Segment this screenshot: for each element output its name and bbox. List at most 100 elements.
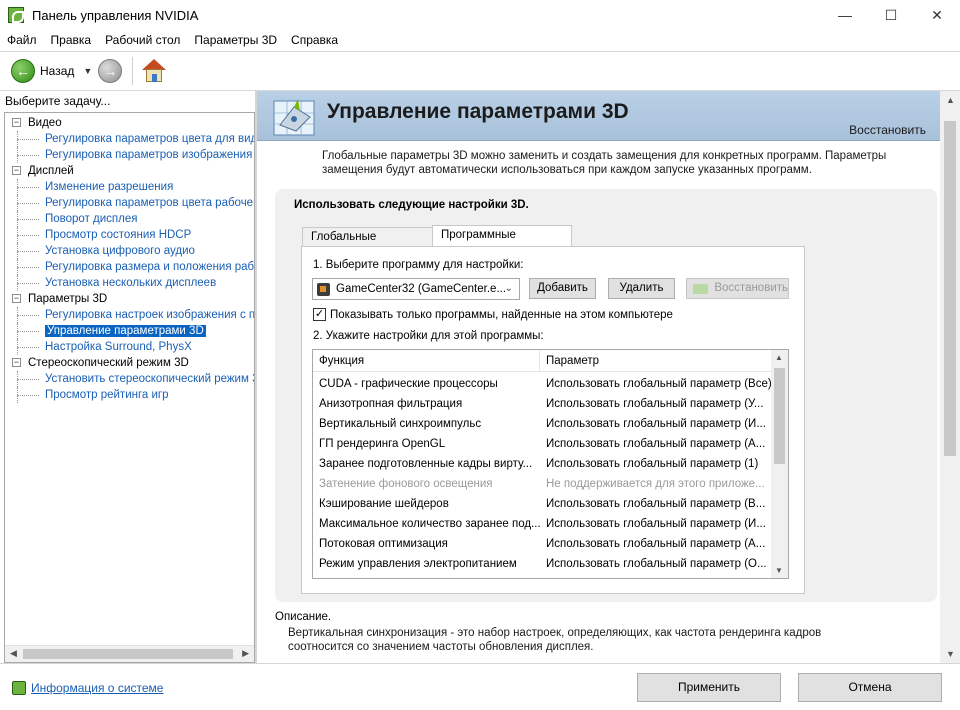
scroll-down-icon[interactable]: ▼	[775, 566, 783, 575]
scroll-up-icon[interactable]: ▲	[775, 353, 783, 362]
tree-item-manage-3d-settings[interactable]: Управление параметрами 3D	[5, 323, 254, 339]
tree-item-change-resolution[interactable]: Изменение разрешения	[5, 179, 254, 195]
task-panel-header: Выберите задачу...	[5, 94, 111, 108]
close-button[interactable]: ✕	[914, 0, 960, 30]
scroll-right-icon[interactable]: ▶	[242, 648, 249, 659]
tree-item-surround-physx[interactable]: Настройка Surround, PhysX	[5, 339, 254, 355]
tree-item-rotate-display[interactable]: Поворот дисплея	[5, 211, 254, 227]
grid-vertical-scrollbar[interactable]: ▲ ▼	[771, 350, 788, 578]
column-header-setting[interactable]: Параметр	[540, 350, 599, 371]
settings-group: Использовать следующие настройки 3D. Гло…	[275, 189, 937, 602]
task-tree-panel: − Видео Регулировка параметров цвета для …	[4, 112, 255, 663]
table-row[interactable]: CUDA - графические процессоры Использоват…	[313, 374, 771, 394]
description-text: Вертикальная синхронизация - это набор н…	[288, 627, 822, 653]
apply-button[interactable]: Применить	[637, 673, 781, 702]
tree-horizontal-scrollbar[interactable]: ◀ ▶	[5, 645, 254, 662]
page-intro-text: Глобальные параметры 3D можно заменить и…	[322, 150, 887, 176]
specify-settings-label: 2. Укажите настройки для этой программы:	[313, 330, 544, 342]
menu-file[interactable]: Файл	[0, 33, 44, 47]
collapse-icon[interactable]: −	[12, 118, 21, 127]
delete-program-button[interactable]: Удалить	[608, 278, 675, 299]
description-label: Описание.	[275, 611, 332, 623]
tree-item-multiple-displays[interactable]: Установка нескольких дисплеев	[5, 275, 254, 291]
3d-settings-icon	[273, 99, 315, 136]
scrollbar-thumb[interactable]	[23, 649, 233, 659]
show-found-programs-checkbox[interactable]: ✓	[313, 308, 326, 321]
task-tree: − Видео Регулировка параметров цвета для …	[5, 115, 254, 403]
tree-item-digital-audio[interactable]: Установка цифрового аудио	[5, 243, 254, 259]
back-button-label[interactable]: Назад	[40, 64, 74, 78]
table-row: Затенение фонового освещения Не поддержив…	[319, 478, 765, 490]
tree-category-3d-settings[interactable]: − Параметры 3D	[5, 291, 254, 307]
tree-category-video[interactable]: − Видео	[5, 115, 254, 131]
select-program-label: 1. Выберите программу для настройки:	[313, 259, 524, 271]
cancel-button[interactable]: Отмена	[798, 673, 942, 702]
tree-item-game-ratings[interactable]: Просмотр рейтинга игр	[5, 387, 254, 403]
scroll-left-icon[interactable]: ◀	[10, 648, 17, 659]
scroll-up-icon[interactable]: ▲	[946, 95, 955, 105]
minimize-button[interactable]: —	[822, 0, 868, 30]
nvidia-app-icon	[8, 7, 24, 23]
restore-program-button[interactable]: Восстановить	[686, 278, 789, 299]
tree-item-desktop-size[interactable]: Регулировка размера и положения рабочего…	[5, 259, 254, 275]
scrollbar-thumb[interactable]	[774, 368, 785, 464]
restore-defaults-link[interactable]: Восстановить	[849, 123, 926, 137]
content-vertical-scrollbar[interactable]: ▲ ▼	[940, 91, 960, 663]
back-arrow-icon[interactable]: ←	[11, 59, 35, 83]
maximize-button[interactable]: ☐	[868, 0, 914, 30]
forward-arrow-icon[interactable]: →	[98, 59, 123, 83]
table-row[interactable]: Кэширование шейдеров Использовать глобаль…	[313, 494, 771, 514]
window-controls: — ☐ ✕	[822, 0, 960, 30]
column-header-function[interactable]: Функция	[313, 350, 540, 371]
program-select-value: GameCenter32 (GameCenter.e...	[336, 283, 507, 295]
menu-bar: Файл Правка Рабочий стол Параметры 3D Сп…	[0, 30, 960, 50]
window-title: Панель управления NVIDIA	[32, 7, 199, 23]
table-row[interactable]: Потоковая оптимизация Использовать глобал…	[313, 534, 771, 554]
menu-help[interactable]: Справка	[284, 33, 345, 47]
table-row[interactable]: Анизотропная фильтрация Использовать глоб…	[313, 394, 771, 414]
table-row[interactable]: Вертикальный синхроимпульс Использовать г…	[313, 414, 771, 434]
home-icon[interactable]	[141, 58, 167, 84]
feature-settings-grid: Функция Параметр CUDA - графические проц…	[312, 349, 789, 579]
tree-item-image-preview[interactable]: Регулировка настроек изображения с просм…	[5, 307, 254, 323]
table-row[interactable]: Заранее подготовленные кадры вирту... Исп…	[313, 454, 771, 474]
settings-group-title: Использовать следующие настройки 3D.	[294, 199, 529, 211]
collapse-icon[interactable]: −	[12, 166, 21, 175]
tree-item-hdcp-status[interactable]: Просмотр состояния HDCP	[5, 227, 254, 243]
chevron-down-icon[interactable]: ⌄	[505, 283, 513, 294]
tree-category-display[interactable]: − Дисплей	[5, 163, 254, 179]
show-found-programs-option[interactable]: ✓ Показывать только программы, найденные…	[313, 308, 673, 321]
tab-program-settings[interactable]: Программные настройки	[432, 225, 572, 259]
table-row[interactable]: ГП рендеринга OpenGL Использовать глобаль…	[313, 434, 771, 454]
nvidia-logo-icon	[693, 283, 709, 294]
history-dropdown-icon[interactable]: ▼	[83, 66, 92, 76]
system-info-icon	[12, 681, 26, 695]
table-row[interactable]: Максимальное количество заранее под... Ис…	[313, 514, 771, 534]
grid-rows: CUDA - графические процессоры Использоват…	[313, 374, 771, 574]
grid-header: Функция Параметр	[313, 350, 771, 372]
page-title: Управление параметрами 3D	[327, 100, 629, 123]
tab-global-settings[interactable]: Глобальные параметры	[302, 227, 433, 261]
tree-item-desktop-color[interactable]: Регулировка параметров цвета рабочего ст…	[5, 195, 254, 211]
tree-item-video-color[interactable]: Регулировка параметров цвета для видео	[5, 131, 254, 147]
scrollbar-thumb[interactable]	[944, 121, 956, 456]
tree-item-setup-stereo-3d[interactable]: Установить стереоскопический режим 3D	[5, 371, 254, 387]
scroll-down-icon[interactable]: ▼	[946, 649, 955, 659]
system-info-label[interactable]: Информация о системе	[31, 681, 163, 695]
program-select[interactable]: GameCenter32 (GameCenter.e... ⌄	[312, 278, 520, 300]
menu-desktop[interactable]: Рабочий стол	[98, 33, 187, 47]
collapse-icon[interactable]: −	[12, 294, 21, 303]
system-info-link[interactable]: Информация о системе	[12, 681, 163, 695]
menu-edit[interactable]: Правка	[44, 33, 99, 47]
tree-item-video-image[interactable]: Регулировка параметров изображения для в…	[5, 147, 254, 163]
page-banner: Управление параметрами 3D Восстановить	[257, 91, 940, 141]
add-program-button[interactable]: Добавить	[529, 278, 596, 299]
menu-3d-settings[interactable]: Параметры 3D	[187, 33, 284, 47]
show-found-programs-label: Показывать только программы, найденные н…	[330, 308, 673, 321]
toolbar-separator	[132, 57, 134, 85]
restore-program-label: Восстановить	[714, 282, 788, 294]
tree-category-stereo-3d[interactable]: − Стереоскопический режим 3D	[5, 355, 254, 371]
table-row[interactable]: Режим управления электропитанием Использо…	[313, 554, 771, 574]
title-bar: Панель управления NVIDIA — ☐ ✕	[0, 0, 960, 30]
collapse-icon[interactable]: −	[12, 358, 21, 367]
